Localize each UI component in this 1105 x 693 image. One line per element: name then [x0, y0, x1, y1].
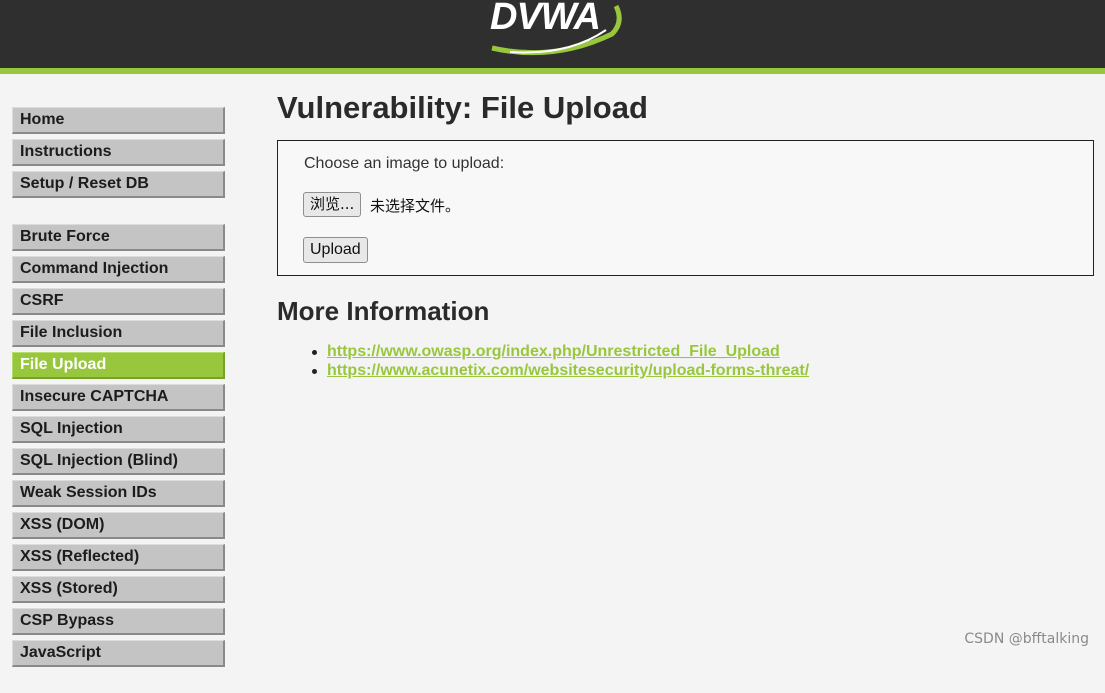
- upload-button[interactable]: Upload: [303, 237, 368, 263]
- menu-group-vulnerabilities: Brute Force Command Injection CSRF File …: [12, 224, 226, 667]
- more-information-heading: More Information: [277, 296, 490, 326]
- sidebar-item-csrf[interactable]: CSRF: [12, 288, 225, 315]
- upload-prompt-label: Choose an image to upload:: [304, 155, 505, 172]
- list-item: https://www.owasp.org/index.php/Unrestri…: [307, 342, 809, 361]
- logo-text: DVWA: [490, 0, 601, 38]
- sidebar-item-instructions[interactable]: Instructions: [12, 139, 225, 166]
- menu-group-general: Home Instructions Setup / Reset DB: [12, 107, 226, 198]
- sidebar-item-xss-dom[interactable]: XSS (DOM): [12, 512, 225, 539]
- sidebar-item-file-upload[interactable]: File Upload: [12, 352, 225, 379]
- bullet-icon: [312, 369, 317, 374]
- sidebar-item-command-injection[interactable]: Command Injection: [12, 256, 225, 283]
- acunetix-upload-link[interactable]: https://www.acunetix.com/websitesecurity…: [327, 362, 809, 379]
- watermark-text: CSDN @bfftalking: [964, 631, 1089, 647]
- browse-file-button[interactable]: 浏览...: [303, 192, 362, 217]
- sidebar-item-insecure-captcha[interactable]: Insecure CAPTCHA: [12, 384, 225, 411]
- sidebar-item-file-inclusion[interactable]: File Inclusion: [12, 320, 225, 347]
- main-content: Vulnerability: File Upload Choose an ima…: [277, 88, 1095, 379]
- more-information-links: https://www.owasp.org/index.php/Unrestri…: [307, 342, 809, 380]
- sidebar-item-weak-session-ids[interactable]: Weak Session IDs: [12, 480, 225, 507]
- list-item: https://www.acunetix.com/websitesecurity…: [307, 361, 809, 380]
- sidebar-item-xss-stored[interactable]: XSS (Stored): [12, 576, 225, 603]
- header-accent-stripe: [0, 68, 1105, 74]
- sidebar-item-sql-injection-blind[interactable]: SQL Injection (Blind): [12, 448, 225, 475]
- sidebar-item-home[interactable]: Home: [12, 107, 225, 134]
- sidebar-menu: Home Instructions Setup / Reset DB Brute…: [12, 107, 226, 693]
- page-title: Vulnerability: File Upload: [277, 90, 648, 125]
- sidebar-item-sql-injection[interactable]: SQL Injection: [12, 416, 225, 443]
- dvwa-logo[interactable]: DVWA: [484, 0, 626, 56]
- sidebar-item-javascript[interactable]: JavaScript: [12, 640, 225, 667]
- sidebar-item-brute-force[interactable]: Brute Force: [12, 224, 225, 251]
- header-bar: DVWA: [0, 0, 1105, 68]
- upload-form: Choose an image to upload: 浏览... 未选择文件。 …: [277, 140, 1094, 276]
- no-file-selected-label: 未选择文件。: [370, 197, 461, 215]
- sidebar-item-xss-reflected[interactable]: XSS (Reflected): [12, 544, 225, 571]
- sidebar-item-csp-bypass[interactable]: CSP Bypass: [12, 608, 225, 635]
- owasp-upload-link[interactable]: https://www.owasp.org/index.php/Unrestri…: [327, 343, 780, 360]
- bullet-icon: [312, 350, 317, 355]
- sidebar-item-setup-reset-db[interactable]: Setup / Reset DB: [12, 171, 225, 198]
